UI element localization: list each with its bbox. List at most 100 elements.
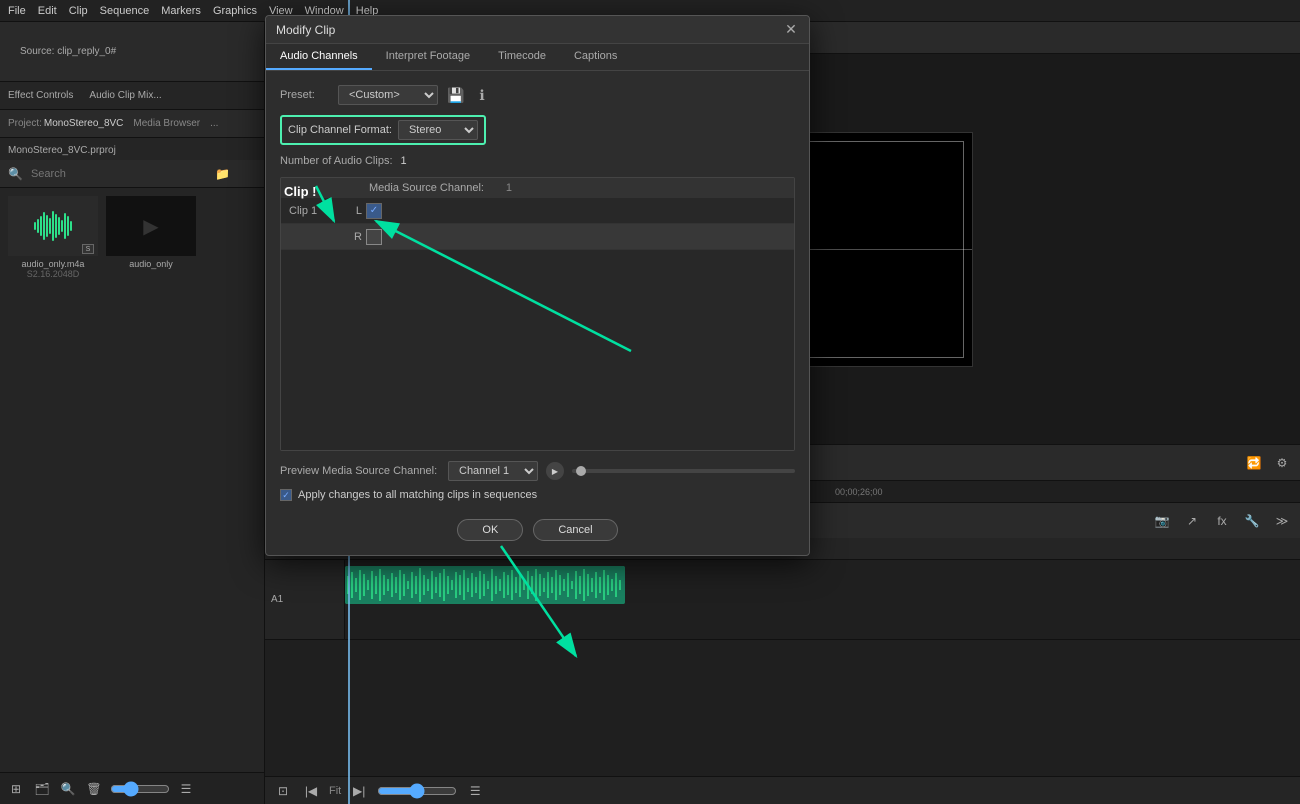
delete-icon[interactable]: 🗑 bbox=[84, 779, 104, 799]
search-input[interactable] bbox=[27, 166, 207, 182]
timeline-bottom-bar: ⊡ |◀ Fit ▶| ☰ bbox=[265, 776, 1300, 804]
channel-format-row: Clip Channel Format: Stereo bbox=[280, 115, 795, 145]
tab-source[interactable]: Source: clip_reply_0# bbox=[10, 22, 126, 81]
preset-select[interactable]: <Custom> bbox=[338, 85, 438, 105]
preview-play-button[interactable]: ▶ bbox=[546, 462, 564, 480]
search-icon: 🔍 bbox=[8, 167, 23, 181]
more-btn[interactable]: ≫ bbox=[1272, 511, 1292, 531]
preview-progress-slider[interactable] bbox=[572, 469, 795, 473]
previous-edit-icon[interactable]: |◀ bbox=[301, 781, 321, 801]
modal-titlebar: Modify Clip ✕ bbox=[266, 16, 809, 44]
tab-effect-controls[interactable]: Effect Controls bbox=[0, 90, 81, 101]
project-name: MonoStereo_8VC bbox=[44, 118, 124, 129]
timeline-fit-label: Fit bbox=[329, 785, 341, 797]
cam-icon[interactable]: 📷 bbox=[1152, 511, 1172, 531]
apply-changes-row: Apply changes to all matching clips in s… bbox=[280, 489, 795, 501]
audio-file-name: audio_only.m4a bbox=[22, 259, 85, 269]
modal-body: Preset: <Custom> 💾 ℹ Clip Channel Format… bbox=[266, 71, 809, 555]
left-panel: Source: clip_reply_0# Effect Controls Au… bbox=[0, 22, 265, 804]
matrix-source-label: Media Source Channel: bbox=[369, 182, 484, 194]
matrix-row-r: R bbox=[281, 224, 794, 250]
channel-format-label: Clip Channel Format: bbox=[288, 124, 392, 136]
menu-clip[interactable]: Clip bbox=[69, 5, 88, 17]
track-1-content bbox=[345, 560, 1300, 639]
list-view-icon[interactable]: ☰ bbox=[176, 779, 196, 799]
list-item[interactable]: ▶ audio_only bbox=[106, 196, 196, 279]
preset-row: Preset: <Custom> 💾 ℹ bbox=[280, 85, 795, 105]
preset-label: Preset: bbox=[280, 89, 330, 101]
r-channel-checkbox[interactable] bbox=[366, 229, 382, 245]
tab-timecode[interactable]: Timecode bbox=[484, 44, 560, 70]
project-header: Project: MonoStereo_8VC Media Browser ..… bbox=[0, 110, 264, 138]
channel-format-box: Clip Channel Format: Stereo bbox=[280, 115, 486, 145]
audio-thumb: S bbox=[8, 196, 98, 256]
timeline-zoom-slider[interactable] bbox=[377, 783, 457, 799]
preview-source-label: Preview Media Source Channel: bbox=[280, 465, 440, 477]
modal-close-button[interactable]: ✕ bbox=[783, 22, 799, 38]
preview-slider-thumb bbox=[576, 466, 586, 476]
source-monitor-area: Source: clip_reply_0# bbox=[0, 22, 264, 82]
modify-clip-dialog[interactable]: Modify Clip ✕ Audio Channels Interpret F… bbox=[265, 15, 810, 556]
list-item[interactable]: S audio_only.m4a S2.16.2048D bbox=[8, 196, 98, 279]
l-channel-checkbox[interactable] bbox=[366, 203, 382, 219]
new-bin-btn-icon[interactable]: 🗂 bbox=[32, 779, 52, 799]
tab-interpret-footage[interactable]: Interpret Footage bbox=[372, 44, 484, 70]
video-thumb: ▶ bbox=[106, 196, 196, 256]
audio-file-size: S2.16.2048D bbox=[27, 269, 80, 279]
num-clips-label: Number of Audio Clips: bbox=[280, 155, 393, 167]
matrix-empty-space bbox=[281, 250, 794, 450]
modal-title: Modify Clip bbox=[276, 23, 335, 37]
tab-audio-channels[interactable]: Audio Channels bbox=[266, 44, 372, 70]
settings-icon[interactable]: ⚙ bbox=[1272, 453, 1292, 473]
timeline-settings-icon[interactable]: ☰ bbox=[465, 781, 485, 801]
tab-captions[interactable]: Captions bbox=[560, 44, 631, 70]
project-file-label: MonoStereo_8VC.prproj bbox=[8, 145, 116, 156]
save-preset-icon[interactable]: 💾 bbox=[446, 85, 466, 105]
next-edit-icon[interactable]: ▶| bbox=[349, 781, 369, 801]
ok-button[interactable]: OK bbox=[457, 519, 523, 541]
modal-tabs-bar: Audio Channels Interpret Footage Timecod… bbox=[266, 44, 809, 71]
l-channel-label: L bbox=[341, 205, 366, 217]
menu-graphics[interactable]: Graphics bbox=[213, 5, 257, 17]
menu-edit[interactable]: Edit bbox=[38, 5, 57, 17]
timeline-area: A1 bbox=[265, 560, 1300, 776]
tick-7: 00;00;26;00 bbox=[835, 487, 915, 497]
apply-changes-label: Apply changes to all matching clips in s… bbox=[298, 489, 537, 501]
left-panel-bottom-toolbar: ⊞ 🗂 🔍 🗑 ☰ bbox=[0, 772, 264, 804]
search-bar: 🔍 📁 bbox=[0, 160, 264, 188]
fx-icon[interactable]: fx bbox=[1212, 511, 1232, 531]
preview-channel-select[interactable]: Channel 1 bbox=[448, 461, 538, 481]
audio-waveform bbox=[32, 196, 74, 256]
video-file-name: audio_only bbox=[129, 259, 173, 269]
loop-icon[interactable]: 🔁 bbox=[1244, 453, 1264, 473]
matrix-body: Clip 1 L R bbox=[281, 198, 794, 450]
fit-to-window-icon[interactable]: ⊡ bbox=[273, 781, 293, 801]
cancel-button[interactable]: Cancel bbox=[533, 519, 617, 541]
new-bin-icon[interactable]: 📁 bbox=[215, 167, 230, 181]
find-icon[interactable]: 🔍 bbox=[58, 779, 78, 799]
preset-action-icons: 💾 ℹ bbox=[446, 85, 492, 105]
apply-changes-checkbox[interactable] bbox=[280, 489, 292, 501]
info-preset-icon[interactable]: ℹ bbox=[472, 85, 492, 105]
channel-format-select[interactable]: Stereo bbox=[398, 120, 478, 140]
media-area: S audio_only.m4a S2.16.2048D ▶ audio_onl… bbox=[0, 188, 264, 772]
export-icon[interactable]: ↗ bbox=[1182, 511, 1202, 531]
r-channel-label: R bbox=[341, 231, 366, 243]
modal-button-row: OK Cancel bbox=[280, 515, 795, 541]
clip-row-label: Clip 1 bbox=[281, 205, 341, 217]
wrench-icon[interactable]: 🔧 bbox=[1242, 511, 1262, 531]
menu-sequence[interactable]: Sequence bbox=[100, 5, 150, 17]
num-clips-row: Number of Audio Clips: 1 bbox=[280, 155, 795, 167]
preview-row: Preview Media Source Channel: Channel 1 … bbox=[280, 461, 795, 481]
project-panel: Project: MonoStereo_8VC Media Browser ..… bbox=[0, 110, 264, 772]
track-1-label: A1 bbox=[265, 560, 345, 639]
tab-audio-clip-mixer[interactable]: Audio Clip Mix... bbox=[81, 90, 169, 101]
audio-clip[interactable] bbox=[345, 566, 625, 604]
zoom-slider[interactable] bbox=[110, 781, 170, 797]
menu-file[interactable]: File bbox=[8, 5, 26, 17]
menu-markers[interactable]: Markers bbox=[161, 5, 201, 17]
audio-waveform-visual bbox=[345, 566, 625, 604]
new-item-icon[interactable]: ⊞ bbox=[6, 779, 26, 799]
channel-matrix: Media Source Channel: 1 Clip 1 L R bbox=[280, 177, 795, 451]
num-clips-value: 1 bbox=[401, 155, 407, 167]
